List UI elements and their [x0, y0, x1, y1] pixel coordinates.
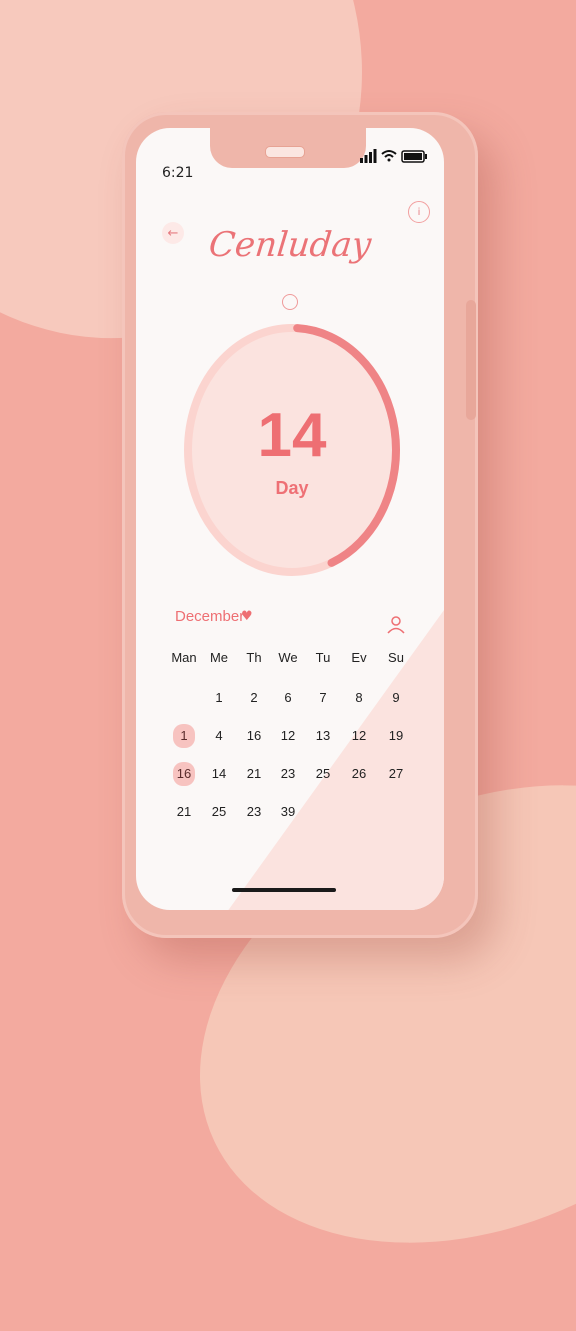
day-counter-value: 14 — [257, 401, 327, 470]
calendar-day-highlighted[interactable]: 1 — [173, 724, 195, 748]
home-indicator — [232, 888, 336, 892]
app-title: Cenluday — [206, 225, 374, 265]
calendar-day[interactable]: 13 — [305, 724, 341, 748]
calendar-day[interactable]: 39 — [270, 800, 306, 824]
weekday-label: Man — [171, 650, 197, 665]
calendar-day[interactable]: 23 — [236, 800, 272, 824]
calendar-day[interactable]: 12 — [341, 724, 377, 748]
info-button[interactable]: i — [408, 201, 430, 223]
calendar-day[interactable]: 27 — [378, 762, 414, 786]
status-icons — [360, 149, 427, 163]
person-icon[interactable] — [386, 614, 406, 634]
wifi-icon — [381, 150, 397, 162]
back-button[interactable]: ← — [162, 222, 184, 244]
calendar-day[interactable]: 16 — [236, 724, 272, 748]
status-time: 6:21 — [162, 165, 194, 181]
calendar-day[interactable]: 14 — [201, 762, 237, 786]
weekday-label: Me — [209, 650, 229, 665]
weekday-label: Ev — [351, 650, 367, 665]
info-icon: i — [417, 206, 421, 218]
calendar-day-highlighted[interactable]: 16 — [173, 762, 195, 786]
calendar-day[interactable]: 2 — [236, 686, 272, 710]
badge-icon[interactable] — [282, 294, 298, 310]
day-counter-label: Day — [275, 478, 309, 498]
calendar-day[interactable]: 19 — [378, 724, 414, 748]
calendar-day[interactable]: 1 — [201, 686, 237, 710]
calendar-day[interactable]: 25 — [305, 762, 341, 786]
calendar-day[interactable]: 6 — [270, 686, 306, 710]
calendar-day[interactable]: 7 — [305, 686, 341, 710]
calendar-day[interactable]: 26 — [341, 762, 377, 786]
signal-icon — [360, 149, 377, 163]
speaker-grill — [265, 146, 305, 158]
weekday-label: Su — [388, 650, 404, 665]
calendar-day[interactable]: 25 — [201, 800, 237, 824]
calendar-day[interactable]: 8 — [341, 686, 377, 710]
calendar-day[interactable]: 4 — [201, 724, 237, 748]
calendar-day[interactable]: 21 — [166, 800, 202, 824]
calendar-day[interactable]: 21 — [236, 762, 272, 786]
arrow-left-icon: ← — [167, 225, 179, 241]
weekday-label: Tu — [315, 650, 331, 665]
calendar-month-label[interactable]: December — [175, 608, 244, 625]
battery-icon — [401, 150, 427, 163]
weekday-label: Th — [246, 650, 262, 665]
calendar-day[interactable]: 9 — [378, 686, 414, 710]
heart-icon: ♥ — [241, 609, 253, 624]
weekday-label: We — [278, 650, 298, 665]
calendar-day[interactable]: 23 — [270, 762, 306, 786]
calendar-day[interactable]: 12 — [270, 724, 306, 748]
phone-side-button — [466, 300, 476, 420]
